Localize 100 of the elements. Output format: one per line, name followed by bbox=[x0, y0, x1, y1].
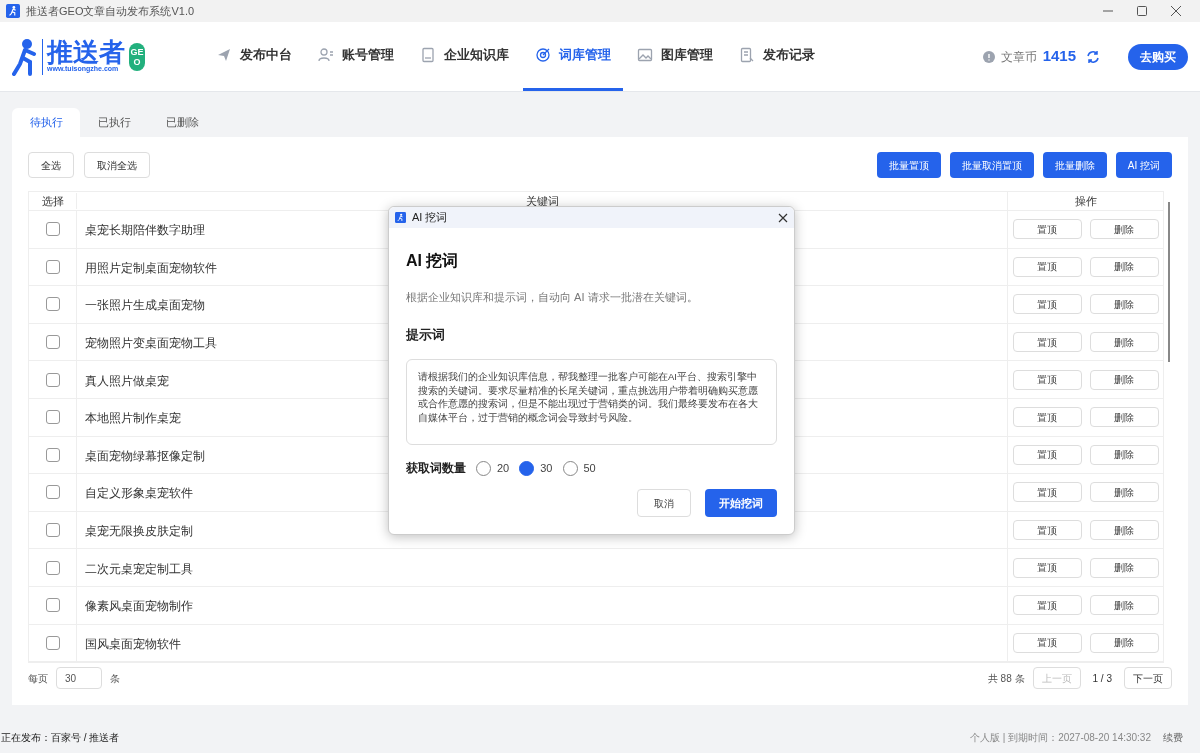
keyword-cell: 自定义形象桌宠软件 bbox=[85, 486, 193, 501]
checkbox[interactable] bbox=[45, 335, 60, 350]
column-header: 操作 bbox=[1007, 192, 1163, 210]
keyword-cell: 国风桌面宠物软件 bbox=[85, 636, 181, 651]
keyword-cell: 桌宠长期陪伴数字助理 bbox=[85, 223, 205, 238]
prompt-label: 提示词 bbox=[406, 325, 446, 344]
nav-tab[interactable]: 发布中台 bbox=[204, 22, 304, 91]
buy-button[interactable]: 去购买 bbox=[1128, 44, 1188, 70]
checkbox[interactable] bbox=[45, 560, 60, 575]
paper-plane-icon bbox=[216, 47, 232, 63]
keyword-cell: 真人照片做桌宠 bbox=[85, 373, 169, 388]
tab[interactable]: 已执行 bbox=[80, 108, 148, 137]
checkbox[interactable] bbox=[45, 410, 60, 425]
checkbox[interactable] bbox=[45, 598, 60, 613]
checkbox[interactable] bbox=[45, 523, 60, 538]
close-icon[interactable] bbox=[778, 212, 788, 223]
document-icon bbox=[739, 47, 755, 63]
batch-button[interactable]: 批量置顶 bbox=[876, 152, 941, 178]
nav-tab[interactable]: 词库管理 bbox=[523, 22, 623, 91]
cancel-button[interactable]: 取消 bbox=[637, 489, 691, 517]
row-action-button[interactable]: 置顶 bbox=[1012, 482, 1082, 503]
keyword-cell: 桌面宠物绿幕抠像定制 bbox=[85, 448, 205, 463]
row-action-button[interactable]: 置顶 bbox=[1012, 219, 1082, 240]
nav-tab[interactable]: 企业知识库 bbox=[408, 22, 521, 91]
next-page-button[interactable]: 下一页 bbox=[1124, 667, 1172, 690]
keyword-cell: 一张照片生成桌面宠物 bbox=[85, 298, 205, 313]
checkbox[interactable] bbox=[45, 635, 60, 650]
row-action-button[interactable]: 删除 bbox=[1089, 294, 1159, 315]
prompt-field[interactable]: 请根据我们的企业知识库信息，帮我整理一批客户可能在AI平台、搜索引擎中搜索的关键词。要求尽量精准的长尾关键词，重点挑选用户带着明确购买意愿或合作意愿的搜索词，但是不能出现过于营销类的词。我们最终要发布在各大自媒体平台，过于营销的概念词会导致封号风险。 bbox=[406, 359, 777, 445]
keyword-cell: 用照片定制桌面宠物软件 bbox=[85, 260, 217, 275]
per-page-unit: 条 bbox=[110, 671, 120, 686]
coins-label: 文章币 bbox=[1000, 48, 1037, 66]
row-action-button[interactable]: 删除 bbox=[1089, 256, 1159, 277]
publishing-status: 正在发布：百家号 / 推送者 bbox=[1, 730, 120, 745]
logo-badge: GEO bbox=[129, 42, 145, 71]
row-action-button[interactable]: 置顶 bbox=[1012, 444, 1082, 465]
expiry-info: 个人版 | 到期时间：2027-08-20 14:30:32 bbox=[970, 730, 1151, 745]
close-icon[interactable] bbox=[1170, 5, 1182, 17]
row-action-button[interactable]: 删除 bbox=[1089, 520, 1159, 541]
image-icon bbox=[637, 47, 653, 63]
renew-link[interactable]: 续费 bbox=[1163, 729, 1183, 745]
checkbox[interactable] bbox=[45, 485, 60, 500]
app-icon bbox=[6, 4, 20, 18]
keyword-cell: 宠物照片变桌面宠物工具 bbox=[85, 336, 217, 351]
row-action-button[interactable]: 置顶 bbox=[1012, 595, 1082, 616]
batch-button[interactable]: AI 挖词 bbox=[1115, 152, 1172, 178]
tab[interactable]: 待执行 bbox=[12, 108, 80, 137]
column-header: 关键词 bbox=[524, 193, 560, 209]
nav-tab[interactable]: 账号管理 bbox=[306, 22, 406, 91]
tab[interactable]: 已删除 bbox=[148, 108, 216, 137]
column-header: 选择 bbox=[29, 192, 77, 210]
row-action-button[interactable]: 置顶 bbox=[1012, 256, 1082, 277]
row-action-button[interactable]: 删除 bbox=[1089, 557, 1159, 578]
refresh-icon[interactable] bbox=[1086, 49, 1100, 64]
logo-name: 推送者 bbox=[47, 39, 125, 66]
info-icon bbox=[982, 50, 995, 63]
app-icon bbox=[395, 212, 406, 223]
runner-logo-icon bbox=[12, 37, 38, 76]
nav-tab[interactable]: 发布记录 bbox=[727, 22, 827, 91]
coins-value: 1415 bbox=[1042, 46, 1076, 67]
per-page-field[interactable]: 30 bbox=[56, 667, 102, 690]
row-action-button[interactable]: 删除 bbox=[1089, 219, 1159, 240]
row-action-button[interactable]: 置顶 bbox=[1012, 520, 1082, 541]
row-action-button[interactable]: 删除 bbox=[1089, 482, 1159, 503]
row-action-button[interactable]: 删除 bbox=[1089, 407, 1159, 428]
row-action-button[interactable]: 删除 bbox=[1089, 444, 1159, 465]
count-radio[interactable]: 20 bbox=[476, 459, 510, 477]
nav-tab[interactable]: 图库管理 bbox=[625, 22, 725, 91]
start-button[interactable]: 开始挖词 bbox=[705, 489, 777, 517]
keyword-cell: 桌宠无限换皮肤定制 bbox=[85, 524, 193, 539]
dialog-heading: AI 挖词 bbox=[406, 251, 460, 271]
batch-button[interactable]: 批量取消置顶 bbox=[949, 152, 1034, 178]
row-action-button[interactable]: 置顶 bbox=[1012, 332, 1082, 353]
row-action-button[interactable]: 置顶 bbox=[1012, 407, 1082, 428]
batch-button[interactable]: 批量删除 bbox=[1042, 152, 1107, 178]
keyword-cell: 像素风桌面宠物制作 bbox=[85, 599, 193, 614]
row-action-button[interactable]: 置顶 bbox=[1012, 369, 1082, 390]
row-action-button[interactable]: 置顶 bbox=[1012, 557, 1082, 578]
row-action-button[interactable]: 删除 bbox=[1089, 369, 1159, 390]
select-button[interactable]: 全选 bbox=[28, 152, 74, 178]
total-count: 共 88 条 bbox=[987, 671, 1025, 686]
row-action-button[interactable]: 删除 bbox=[1089, 595, 1159, 616]
row-action-button[interactable]: 删除 bbox=[1089, 332, 1159, 353]
checkbox[interactable] bbox=[45, 297, 60, 312]
row-action-button[interactable]: 置顶 bbox=[1012, 632, 1082, 653]
select-button[interactable]: 取消全选 bbox=[84, 152, 150, 178]
book-icon bbox=[420, 47, 436, 63]
checkbox[interactable] bbox=[45, 372, 60, 387]
count-label: 获取词数量 bbox=[406, 460, 466, 477]
checkbox[interactable] bbox=[45, 259, 60, 274]
keyword-cell: 二次元桌宠定制工具 bbox=[85, 561, 193, 576]
checkbox[interactable] bbox=[45, 447, 60, 462]
row-action-button[interactable]: 删除 bbox=[1089, 632, 1159, 653]
page-indicator: 1 / 3 bbox=[1092, 671, 1112, 686]
row-action-button[interactable]: 置顶 bbox=[1012, 294, 1082, 315]
count-radio[interactable]: 50 bbox=[562, 459, 596, 477]
checkbox[interactable] bbox=[45, 222, 60, 237]
dialog-title: AI 挖词 bbox=[412, 210, 448, 226]
maximize-icon[interactable] bbox=[1136, 5, 1148, 17]
count-radio[interactable]: 30 bbox=[519, 459, 553, 477]
